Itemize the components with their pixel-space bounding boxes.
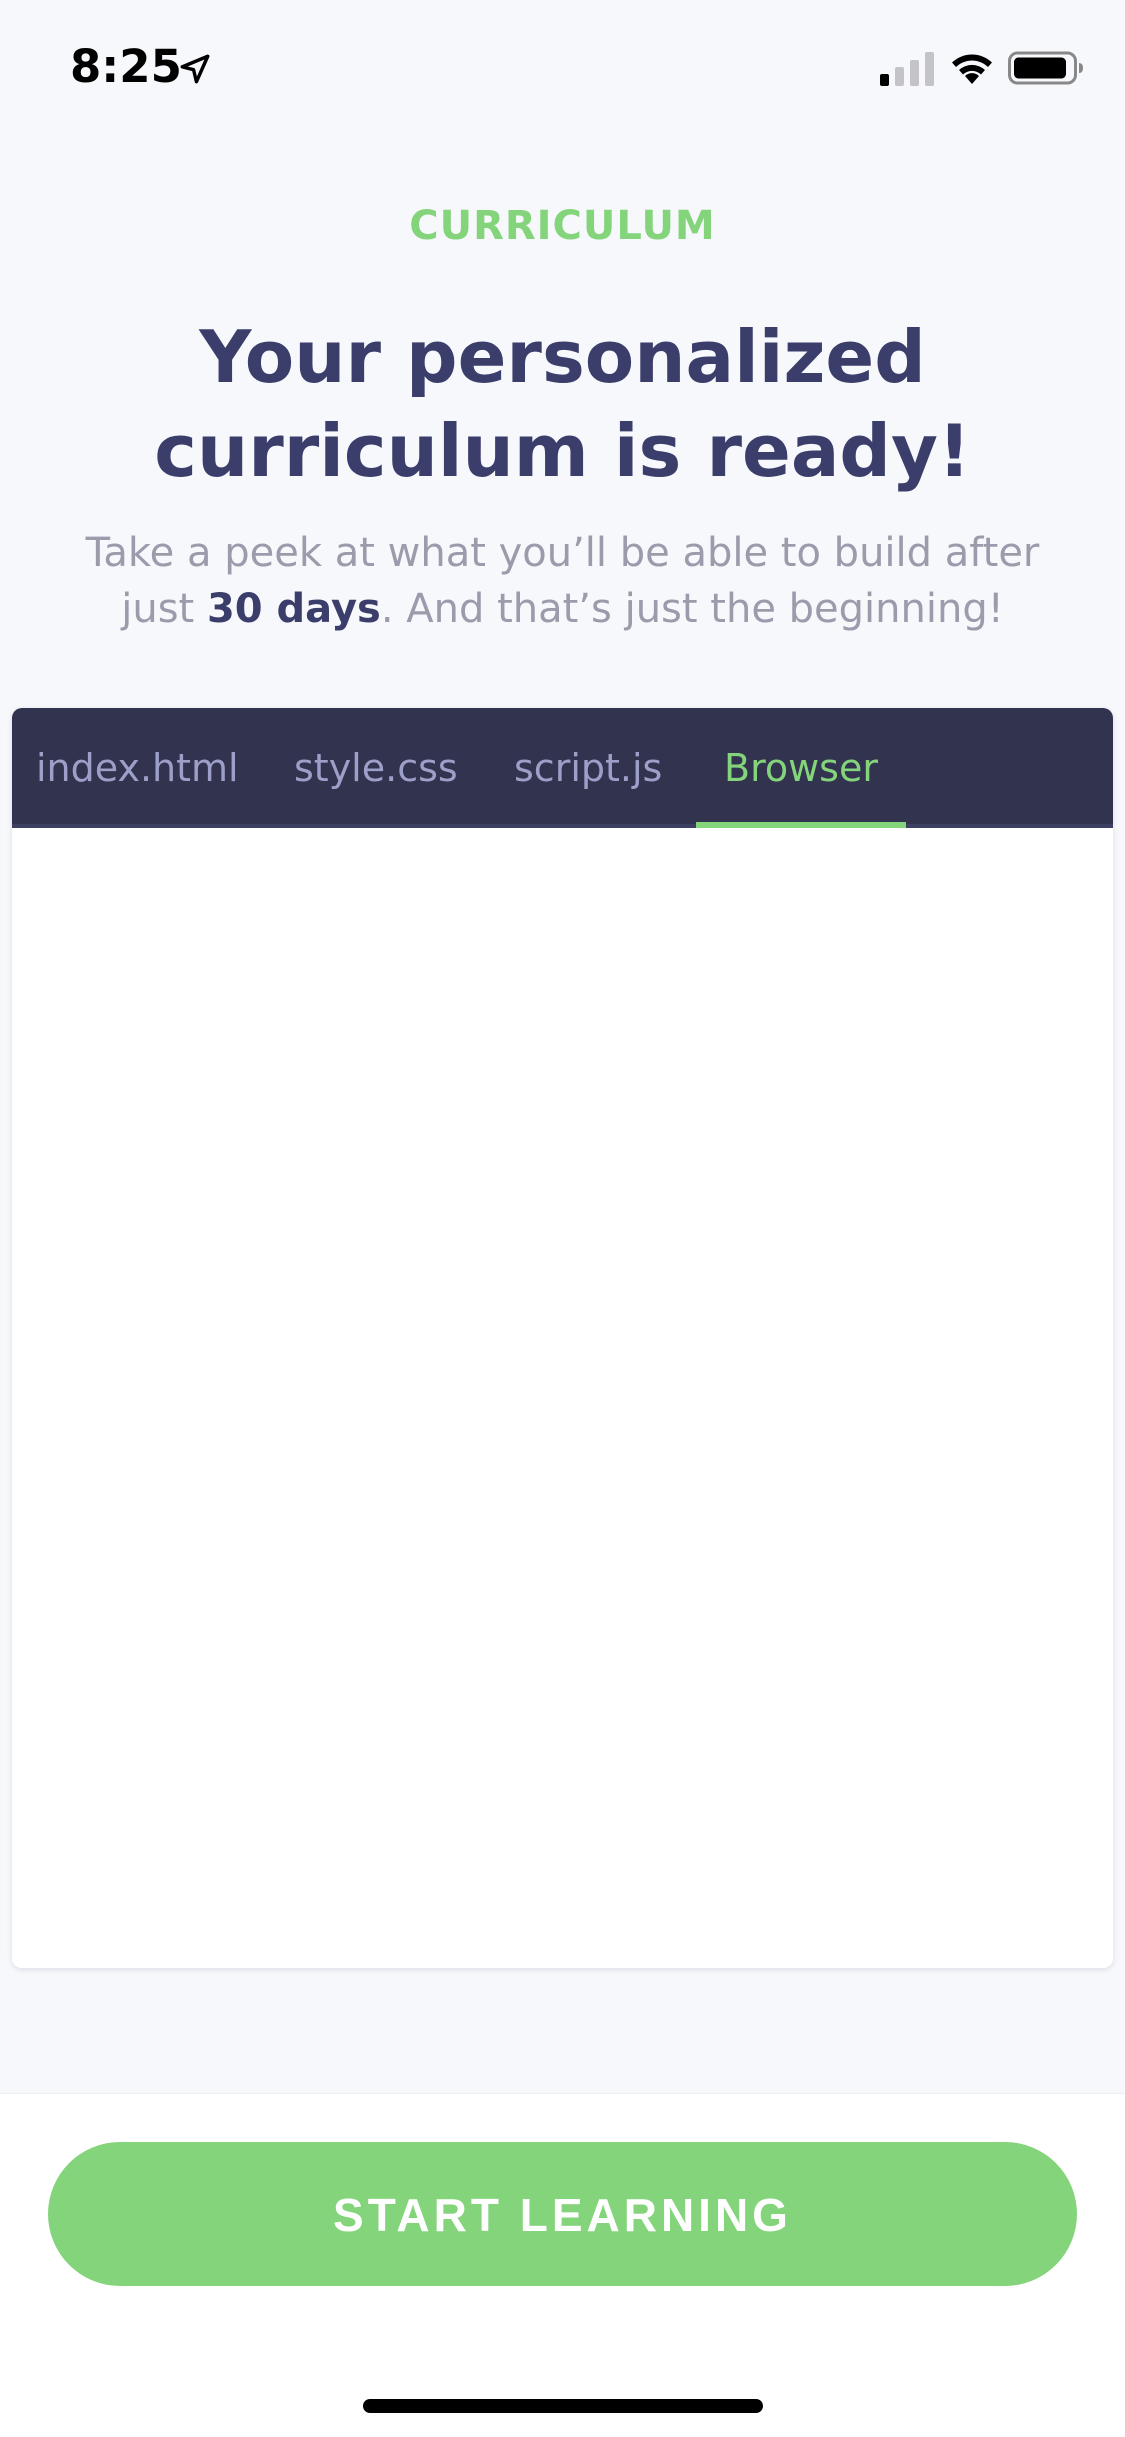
location-arrow-icon	[180, 54, 210, 84]
page-title: Your personalized curriculum is ready!	[154, 315, 971, 493]
cellular-signal-icon	[880, 52, 934, 86]
page-subtitle: Take a peek at what you’ll be able to bu…	[60, 525, 1065, 637]
wifi-icon	[952, 54, 992, 84]
tab-style-css[interactable]: style.css	[294, 708, 458, 828]
file-tab-bar: index.html style.css script.js Browser	[12, 708, 1113, 828]
tab-index-html[interactable]: index.html	[36, 708, 239, 828]
battery-icon	[1008, 51, 1083, 85]
code-preview-panel: index.html style.css script.js Browser	[12, 708, 1113, 1968]
home-indicator[interactable]	[363, 2399, 763, 2413]
subtitle-suffix: . And that’s just the beginning!	[380, 586, 1004, 632]
section-eyebrow: CURRICULUM	[409, 203, 716, 249]
browser-preview-area	[12, 828, 1113, 1968]
start-learning-button[interactable]: START LEARNING	[48, 2142, 1077, 2286]
status-time: 8:25	[70, 40, 182, 93]
footer-bar: START LEARNING	[0, 2093, 1125, 2437]
tab-browser[interactable]: Browser	[696, 708, 906, 828]
tab-script-js[interactable]: script.js	[514, 708, 662, 828]
subtitle-highlight: 30 days	[206, 586, 381, 632]
status-bar: 8:25	[0, 0, 1125, 135]
